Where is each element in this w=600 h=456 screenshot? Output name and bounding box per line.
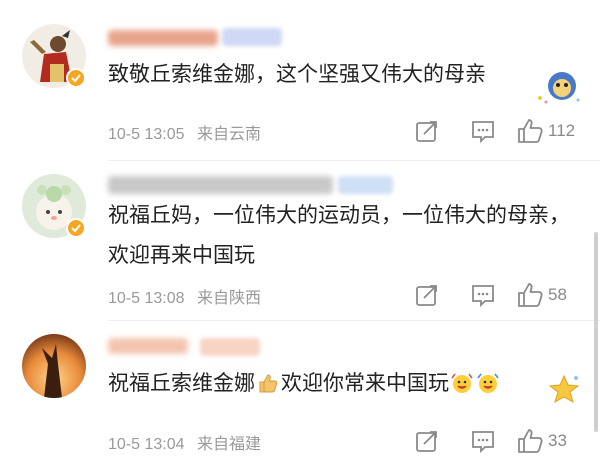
verified-badge-icon <box>66 218 86 238</box>
thumbs-up-emoji-icon <box>257 368 279 393</box>
comment-meta: 10-5 13:04 来自福建 <box>108 430 269 454</box>
cheering-emoji-icon <box>477 368 499 393</box>
comment-meta: 10-5 13:08 来自陕西 <box>108 284 269 308</box>
comment-time: 10-5 13:04 <box>108 436 185 453</box>
thumbs-up-icon <box>518 283 543 307</box>
comment-item: 致敬丘索维金娜，这个坚强又伟大的母亲 10-5 13:05 来自云南 112 <box>0 0 600 160</box>
like-button[interactable]: 112 <box>516 118 575 144</box>
username-redacted[interactable] <box>108 30 218 46</box>
comment-text-part: 祝福丘索维金娜 <box>108 372 255 395</box>
share-icon[interactable] <box>414 282 440 308</box>
comment-location: 来自福建 <box>196 436 261 453</box>
comment-item: 祝福丘索维金娜 欢迎你常来中国玩 10-5 13:04 来自福建 33 <box>0 320 600 456</box>
sticker-decoration <box>534 70 582 111</box>
user-badge-redacted <box>222 28 282 46</box>
cheering-emoji-icon <box>451 368 473 393</box>
avatar[interactable] <box>22 334 86 398</box>
user-badge-redacted <box>200 338 260 356</box>
divider <box>108 320 600 321</box>
thumbs-up-icon <box>518 429 543 453</box>
share-icon[interactable] <box>414 118 440 144</box>
comment-location: 来自云南 <box>196 126 261 143</box>
comment-icon[interactable] <box>470 428 496 454</box>
comment-icon[interactable] <box>470 118 496 144</box>
share-icon[interactable] <box>414 428 440 454</box>
comment-text: 祝福丘妈，一位伟大的运动员，一位伟大的母亲，欢迎再来中国玩 <box>108 204 570 267</box>
divider <box>108 160 600 161</box>
thumbs-up-icon <box>518 119 543 143</box>
comment-text: 祝福丘索维金娜 欢迎你常来中国玩 <box>108 364 578 404</box>
like-count: 112 <box>548 121 576 140</box>
sticker-decoration <box>546 372 582 413</box>
comment-time: 10-5 13:05 <box>108 126 185 143</box>
comment-time: 10-5 13:08 <box>108 290 185 307</box>
comment-item: 祝福丘妈，一位伟大的运动员，一位伟大的母亲，欢迎再来中国玩 10-5 13:08… <box>0 160 600 320</box>
comment-actions: 112 <box>410 118 580 144</box>
comment-meta: 10-5 13:05 来自云南 <box>108 120 269 144</box>
like-count: 58 <box>548 285 567 304</box>
comment-text: 致敬丘索维金娜，这个坚强又伟大的母亲 <box>108 63 486 86</box>
like-button[interactable]: 58 <box>516 282 567 308</box>
comment-actions: 58 <box>410 282 580 308</box>
username-redacted[interactable] <box>108 338 188 354</box>
comment-text-part: 欢迎你常来中国玩 <box>281 372 449 395</box>
comment-actions: 33 <box>410 428 580 454</box>
like-button[interactable]: 33 <box>516 428 567 454</box>
user-badge-redacted <box>338 176 393 194</box>
like-count: 33 <box>548 431 567 450</box>
verified-badge-icon <box>66 68 86 88</box>
scrollbar[interactable] <box>594 232 598 432</box>
comment-icon[interactable] <box>470 282 496 308</box>
comment-location: 来自陕西 <box>196 290 261 307</box>
username-redacted[interactable] <box>108 176 333 194</box>
